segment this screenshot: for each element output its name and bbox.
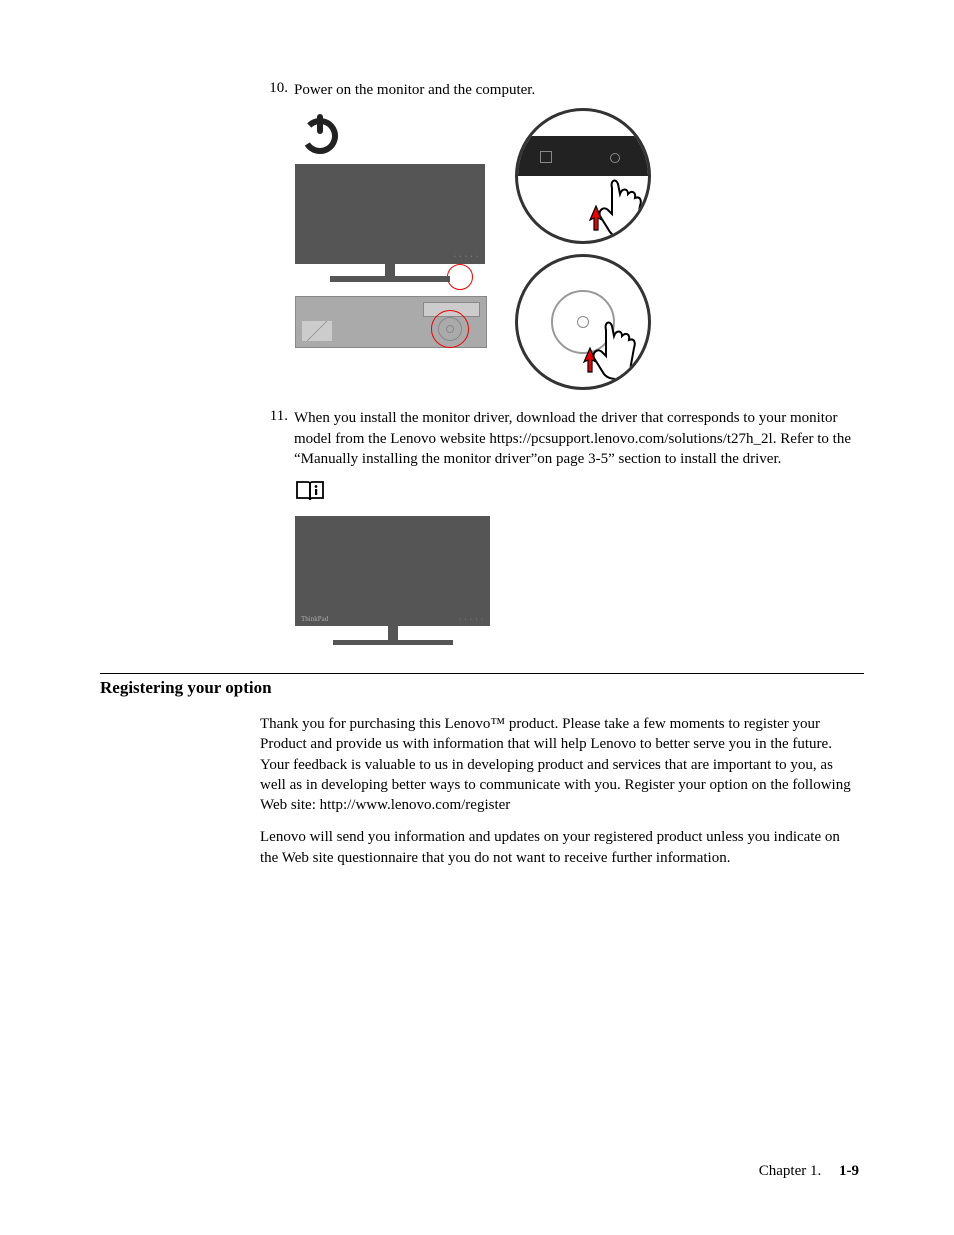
power-icon [295,108,345,158]
figure-left-column: · · · · · [295,108,485,348]
manual-icon [295,479,864,508]
figure-right-column [515,108,651,390]
list-item-step-11: 11. When you install the monitor driver,… [260,408,864,469]
document-page: 10. Power on the monitor and the compute… [0,0,954,1235]
pc-illustration [295,296,485,348]
figure-power-on: · · · · · [295,108,864,390]
step-number: 11. [260,408,294,469]
section-divider [100,673,864,674]
page-footer: Chapter 1. 1-9 [759,1163,859,1180]
monitor-illustration: · · · · · [295,164,485,282]
hand-press-icon [570,158,650,243]
step-number: 10. [260,80,294,100]
chapter-label: Chapter 1. [759,1163,821,1179]
highlight-circle-icon [431,310,469,348]
step-text: When you install the monitor driver, dow… [294,408,864,469]
step-text: Power on the monitor and the computer. [294,80,864,100]
hand-press-icon [564,300,644,385]
section-body: Thank you for purchasing this Lenovo™ pr… [260,714,860,868]
zoom-pc-button [515,254,651,390]
paragraph: Lenovo will send you information and upd… [260,827,860,868]
zoom-monitor-button [515,108,651,244]
list-item-step-10: 10. Power on the monitor and the compute… [260,80,864,100]
monitor-illustration: ThinkPad · · · · · [295,516,490,645]
section-heading: Registering your option [100,678,864,698]
figure-driver-install: ThinkPad · · · · · [295,479,864,645]
highlight-circle-icon [447,264,473,290]
page-number: 1-9 [825,1163,859,1179]
paragraph: Thank you for purchasing this Lenovo™ pr… [260,714,860,815]
